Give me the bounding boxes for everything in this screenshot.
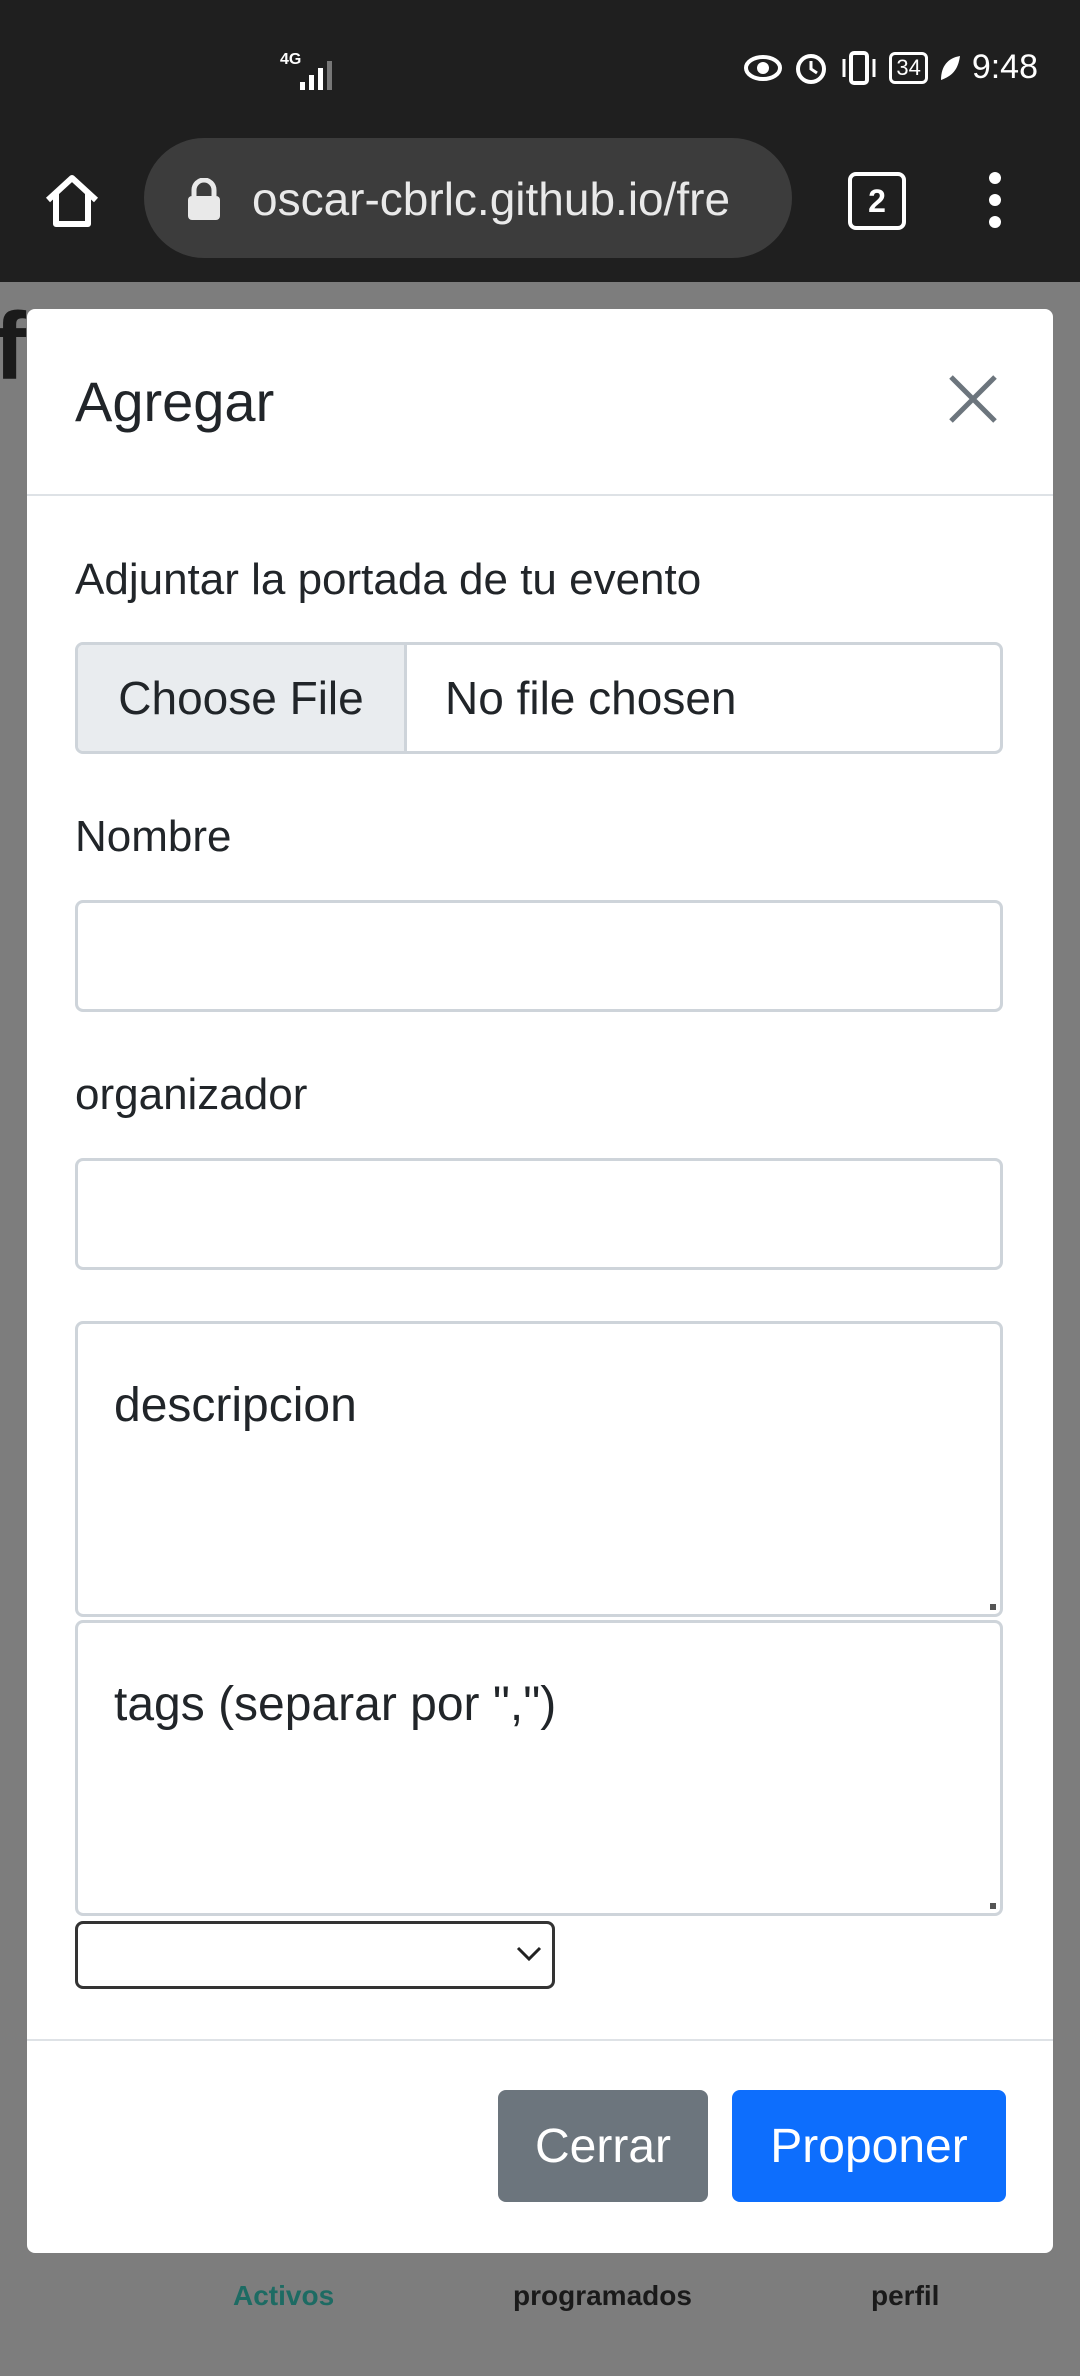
resize-handle[interactable]: [990, 1903, 996, 1909]
battery-icon: 34: [889, 51, 928, 84]
category-select[interactable]: [75, 1921, 555, 1989]
organizer-label: organizador: [75, 1070, 308, 1119]
add-event-modal: Agregar Adjuntar la portada de tu evento…: [27, 309, 1053, 2253]
close-icon[interactable]: [945, 371, 1001, 427]
nav-item-perfil[interactable]: perfil: [871, 2280, 939, 2312]
signal-icon: [300, 61, 332, 90]
browser-toolbar: oscar-cbrlc.github.io/fre 2: [0, 138, 1080, 282]
clock: 9:48: [971, 48, 1038, 86]
vibrate-icon: [842, 50, 876, 85]
choose-file-button[interactable]: Choose File: [78, 645, 407, 751]
tabs-icon[interactable]: 2: [848, 172, 906, 230]
tags-placeholder: tags (separar por ","): [114, 1678, 557, 1731]
organizer-input[interactable]: [75, 1158, 1003, 1270]
status-bar: 4G 34 9:48: [0, 0, 1080, 138]
cover-label: Adjuntar la portada de tu evento: [75, 555, 702, 604]
menu-icon[interactable]: [985, 170, 1005, 230]
nav-item-activos[interactable]: Activos: [233, 2280, 334, 2312]
description-placeholder: descripcion: [114, 1379, 357, 1432]
url-bar[interactable]: oscar-cbrlc.github.io/fre: [144, 138, 792, 258]
file-status: No file chosen: [445, 672, 737, 724]
modal-title: Agregar: [75, 370, 275, 433]
cover-file-input[interactable]: Choose File No file chosen: [75, 642, 1003, 754]
close-button[interactable]: Cerrar: [498, 2090, 708, 2202]
submit-button[interactable]: Proponer: [732, 2090, 1006, 2202]
alarm-icon: [796, 53, 827, 84]
resize-handle[interactable]: [990, 1604, 996, 1610]
chevron-down-icon: [516, 1946, 542, 1962]
network-type: 4G: [280, 51, 302, 68]
nav-item-programados[interactable]: programados: [513, 2280, 692, 2312]
tags-textarea[interactable]: tags (separar por ","): [75, 1620, 1003, 1916]
name-input[interactable]: [75, 900, 1003, 1012]
eye-icon: [744, 54, 783, 81]
background-page-letter: f: [0, 293, 26, 400]
leaf-icon: [940, 55, 960, 80]
footer-divider: [27, 2039, 1053, 2041]
url-text: oscar-cbrlc.github.io/fre: [252, 173, 731, 225]
home-icon[interactable]: [40, 168, 104, 232]
name-label: Nombre: [75, 812, 232, 861]
lock-icon: [188, 178, 220, 220]
description-textarea[interactable]: descripcion: [75, 1321, 1003, 1617]
header-divider: [27, 494, 1053, 496]
status-right: 34 9:48: [743, 48, 1038, 87]
